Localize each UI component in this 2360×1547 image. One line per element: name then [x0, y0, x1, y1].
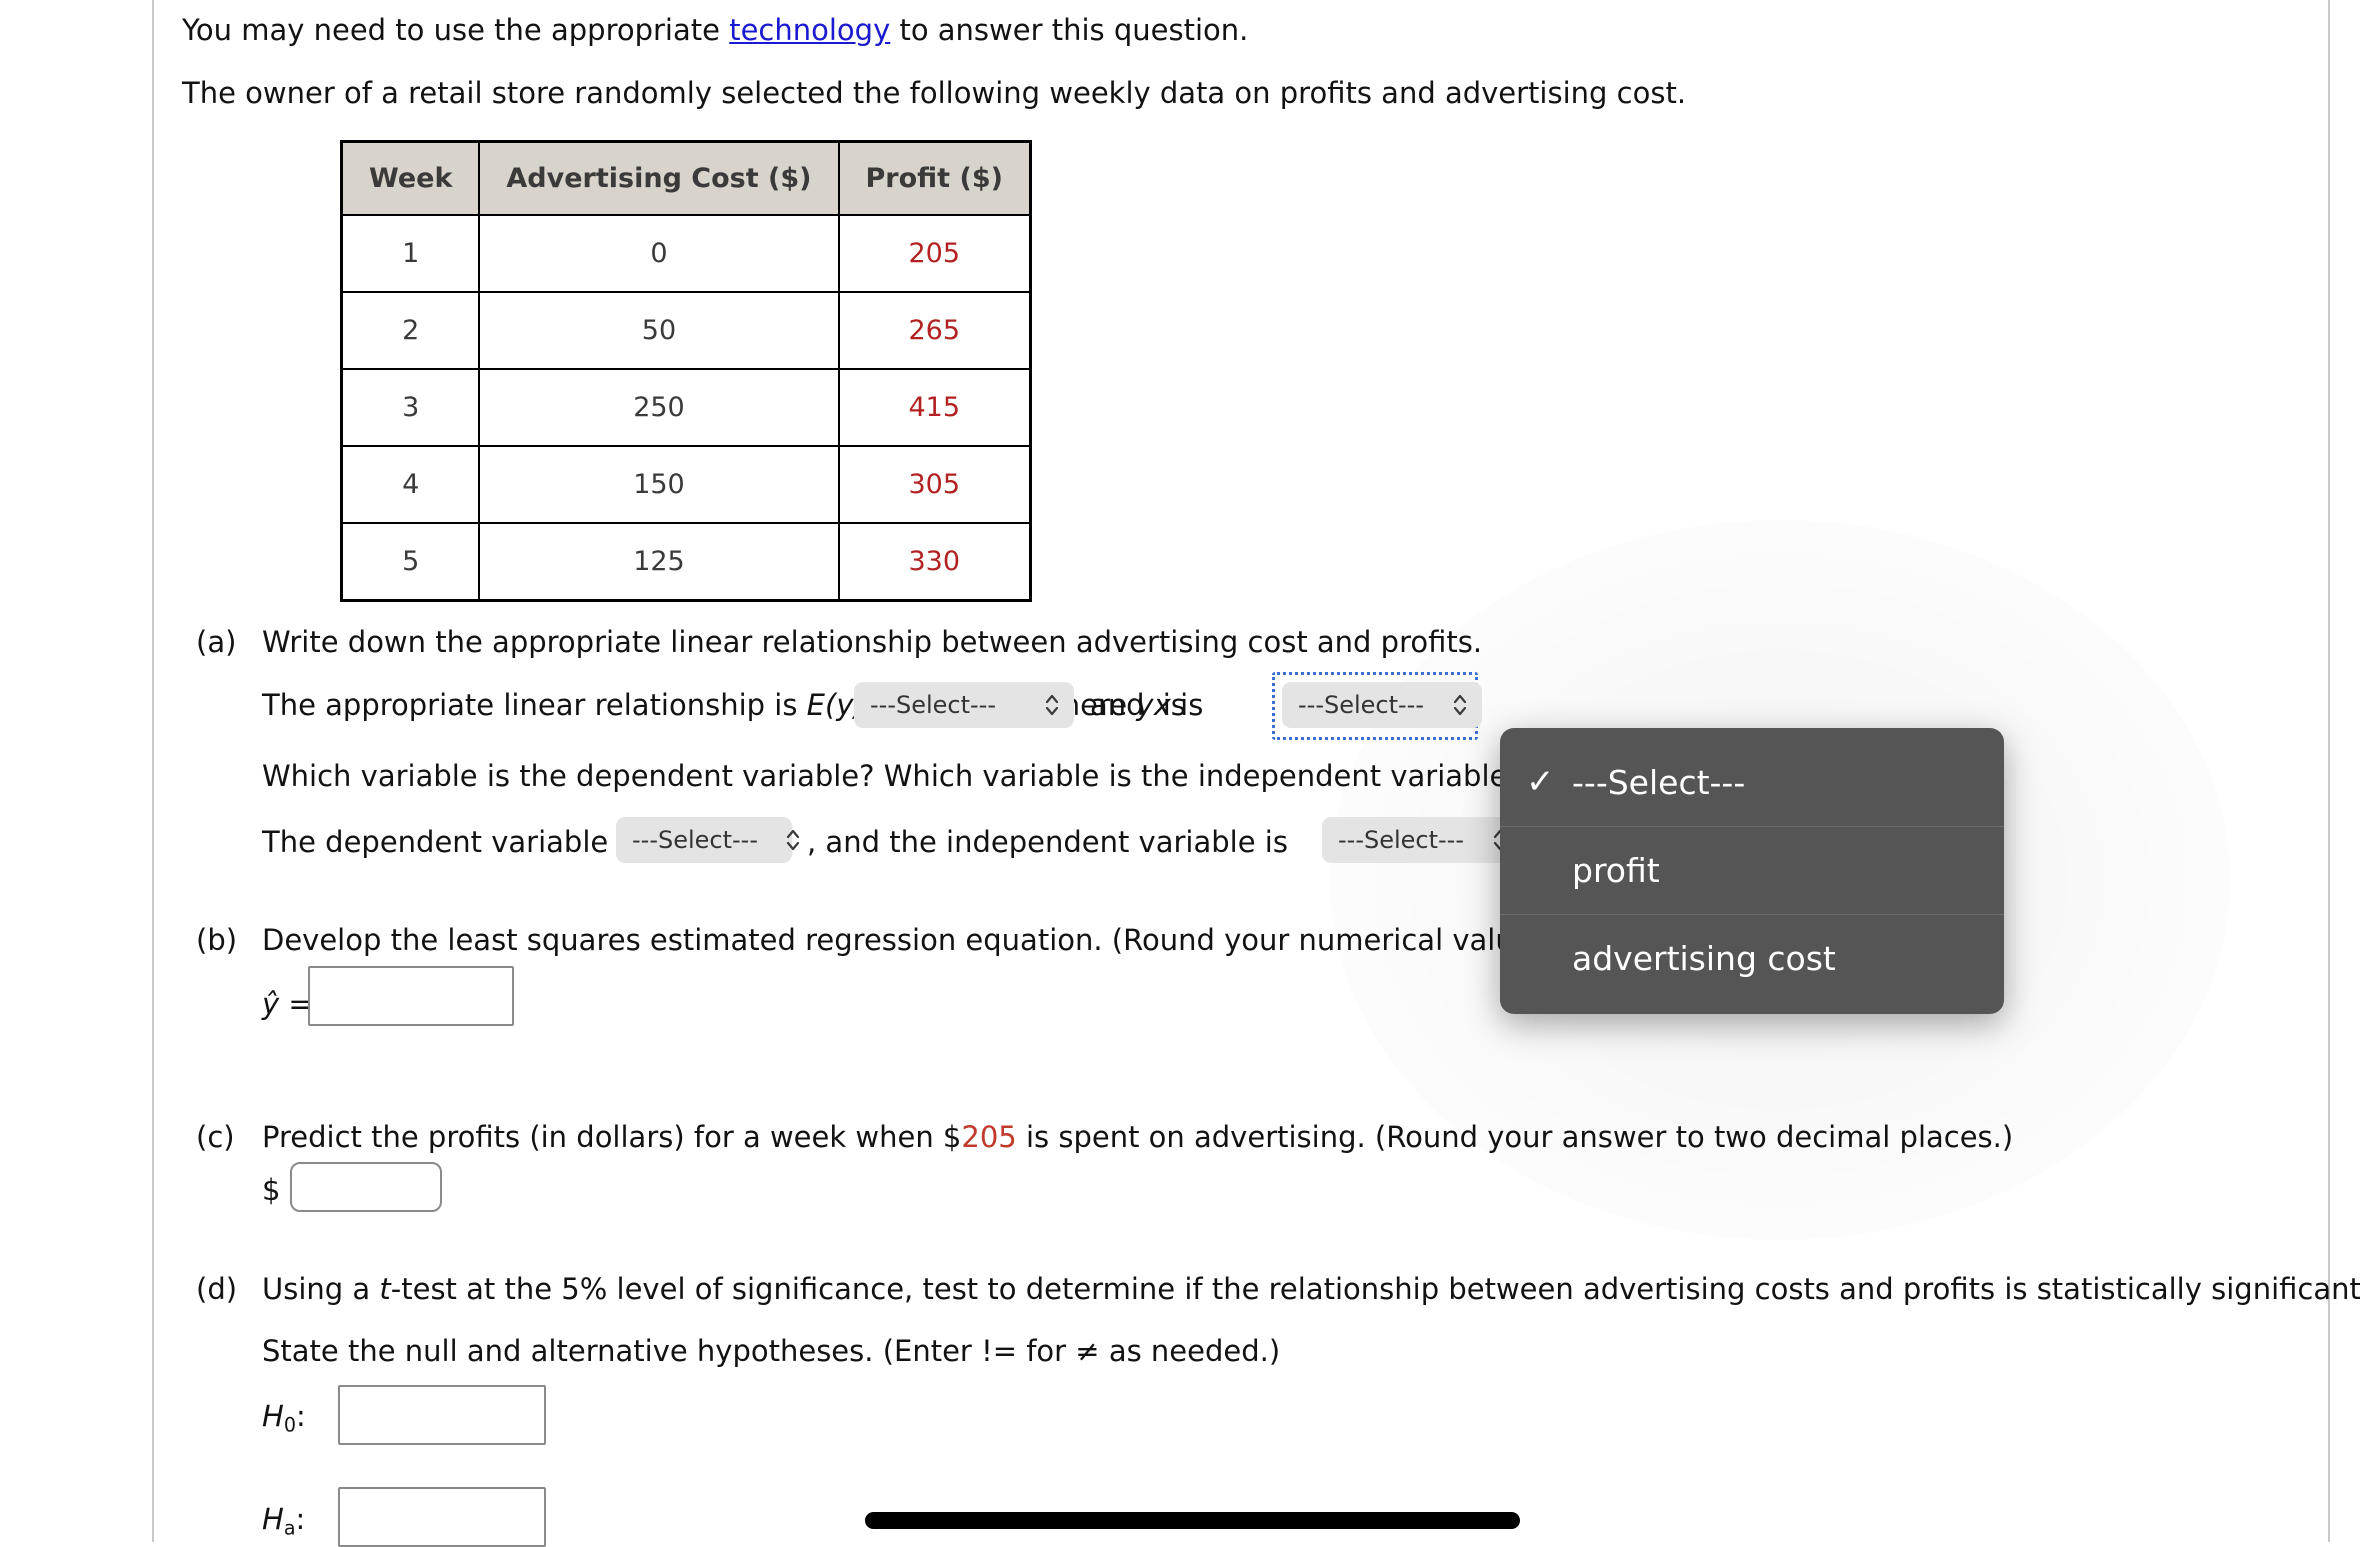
cell-profit: 330	[837, 522, 1032, 602]
check-icon-placeholder: ✓	[1526, 942, 1564, 976]
problem-statement: The owner of a retail store randomly sel…	[182, 76, 1687, 110]
select-x-variable[interactable]: ---Select---	[1282, 682, 1482, 728]
cell-advertising-cost: 125	[478, 522, 840, 602]
h0-label: H0:	[262, 1399, 306, 1437]
cell-profit: 205	[837, 214, 1032, 293]
cell-week: 4	[340, 445, 481, 524]
updown-chevron-icon	[1453, 694, 1467, 716]
cell-profit: 305	[837, 445, 1032, 524]
predicted-profit-input[interactable]	[290, 1162, 442, 1212]
dropdown-option-select[interactable]: ✓ ---Select---	[1500, 738, 2004, 826]
dropdown-option-advertising-cost[interactable]: ✓ advertising cost	[1500, 914, 2004, 1002]
equation-prefix: The appropriate linear relationship is	[262, 688, 807, 722]
updown-chevron-icon	[786, 829, 800, 851]
table-header-row: Week Advertising Cost ($) Profit ($)	[340, 140, 1032, 216]
horizontal-scrollbar-thumb[interactable]	[865, 1512, 1520, 1529]
cell-advertising-cost: 150	[478, 445, 840, 524]
table-row: 4 150 305	[340, 445, 1032, 524]
select-x-variable-value: ---Select---	[1298, 691, 1424, 719]
ha-label: Ha:	[262, 1502, 306, 1540]
part-b-yhat-label: ŷ =	[262, 987, 313, 1021]
updown-chevron-icon	[1045, 694, 1059, 716]
part-d-prompt-before: Using a	[262, 1272, 380, 1306]
part-c-dollar-sign: $	[262, 1173, 281, 1207]
dropdown-option-label: profit	[1572, 851, 1660, 890]
part-c-amount: 205	[961, 1120, 1017, 1154]
select-dependent-variable-value: ---Select---	[632, 826, 758, 854]
part-d-prompt: Using a t-test at the 5% level of signif…	[262, 1272, 2360, 1306]
part-d-hypotheses-prompt: State the null and alternative hypothese…	[262, 1334, 1281, 1368]
alternative-hypothesis-input[interactable]	[338, 1487, 546, 1547]
cell-week: 2	[340, 291, 481, 370]
part-a-and-x-is: and x is	[1090, 688, 1204, 722]
table-row: 1 0 205	[340, 214, 1032, 293]
cell-advertising-cost: 50	[478, 291, 840, 370]
table-row: 3 250 415	[340, 368, 1032, 447]
cell-week: 1	[340, 214, 481, 293]
weekly-data-table-wrapper: Week Advertising Cost ($) Profit ($) 1 0…	[340, 140, 1032, 602]
left-divider-rule	[152, 0, 154, 1542]
right-divider-rule	[2328, 0, 2330, 1542]
part-b-prompt: Develop the least squares estimated regr…	[262, 923, 1623, 957]
dropdown-option-label: advertising cost	[1572, 939, 1836, 978]
dropdown-option-label: ---Select---	[1572, 762, 1746, 802]
select-y-variable[interactable]: ---Select---	[854, 682, 1074, 728]
check-icon-placeholder: ✓	[1526, 854, 1564, 888]
technology-notice: You may need to use the appropriate tech…	[182, 16, 1248, 45]
cell-profit: 415	[837, 368, 1032, 447]
regression-equation-input[interactable]	[308, 966, 514, 1026]
column-header-week: Week	[340, 140, 481, 216]
select-y-variable-value: ---Select---	[870, 691, 996, 719]
equation-E: E	[806, 688, 825, 722]
table-row: 2 50 265	[340, 291, 1032, 370]
part-d-label: (d)	[196, 1272, 238, 1306]
part-b-label: (b)	[196, 923, 238, 957]
part-c-label: (c)	[196, 1120, 235, 1154]
part-d-t-symbol: t	[379, 1272, 391, 1306]
select-independent-variable-value: ---Select---	[1338, 826, 1464, 854]
select-dependent-variable[interactable]: ---Select---	[616, 817, 800, 863]
table-row: 5 125 330	[340, 522, 1032, 602]
select-x-variable-dropdown-menu[interactable]: ✓ ---Select--- ✓ profit ✓ advertising co…	[1500, 728, 2004, 1014]
column-header-profit: Profit ($)	[837, 140, 1032, 216]
check-icon: ✓	[1526, 762, 1555, 802]
technology-link[interactable]: technology	[729, 13, 890, 47]
part-a-independent-prefix: , and the independent variable is	[807, 825, 1288, 859]
cell-week: 5	[340, 522, 481, 602]
select-independent-variable[interactable]: ---Select---	[1322, 817, 1522, 863]
part-d-prompt-after: -test at the 5% level of significance, t…	[390, 1272, 2360, 1306]
cell-week: 3	[340, 368, 481, 447]
cell-advertising-cost: 0	[478, 214, 840, 293]
page-frame: You may need to use the appropriate tech…	[0, 0, 2360, 1547]
cell-advertising-cost: 250	[478, 368, 840, 447]
dropdown-option-profit[interactable]: ✓ profit	[1500, 826, 2004, 914]
cell-profit: 265	[837, 291, 1032, 370]
part-a-prompt: Write down the appropriate linear relati…	[262, 625, 1483, 659]
technology-notice-suffix: to answer this question.	[890, 13, 1249, 47]
part-a-question-2: Which variable is the dependent variable…	[262, 759, 1523, 793]
part-a-label: (a)	[196, 625, 237, 659]
column-header-advertising-cost: Advertising Cost ($)	[478, 140, 840, 216]
part-c-prompt-after: is spent on advertising. (Round your ans…	[1016, 1120, 2014, 1154]
part-a-dependent-prefix: The dependent variable is	[262, 825, 641, 859]
part-c-prompt: Predict the profits (in dollars) for a w…	[262, 1120, 2013, 1154]
null-hypothesis-input[interactable]	[338, 1385, 546, 1445]
weekly-data-table: Week Advertising Cost ($) Profit ($) 1 0…	[340, 140, 1032, 602]
technology-notice-prefix: You may need to use the appropriate	[182, 13, 730, 47]
part-c-prompt-before: Predict the profits (in dollars) for a w…	[262, 1120, 962, 1154]
